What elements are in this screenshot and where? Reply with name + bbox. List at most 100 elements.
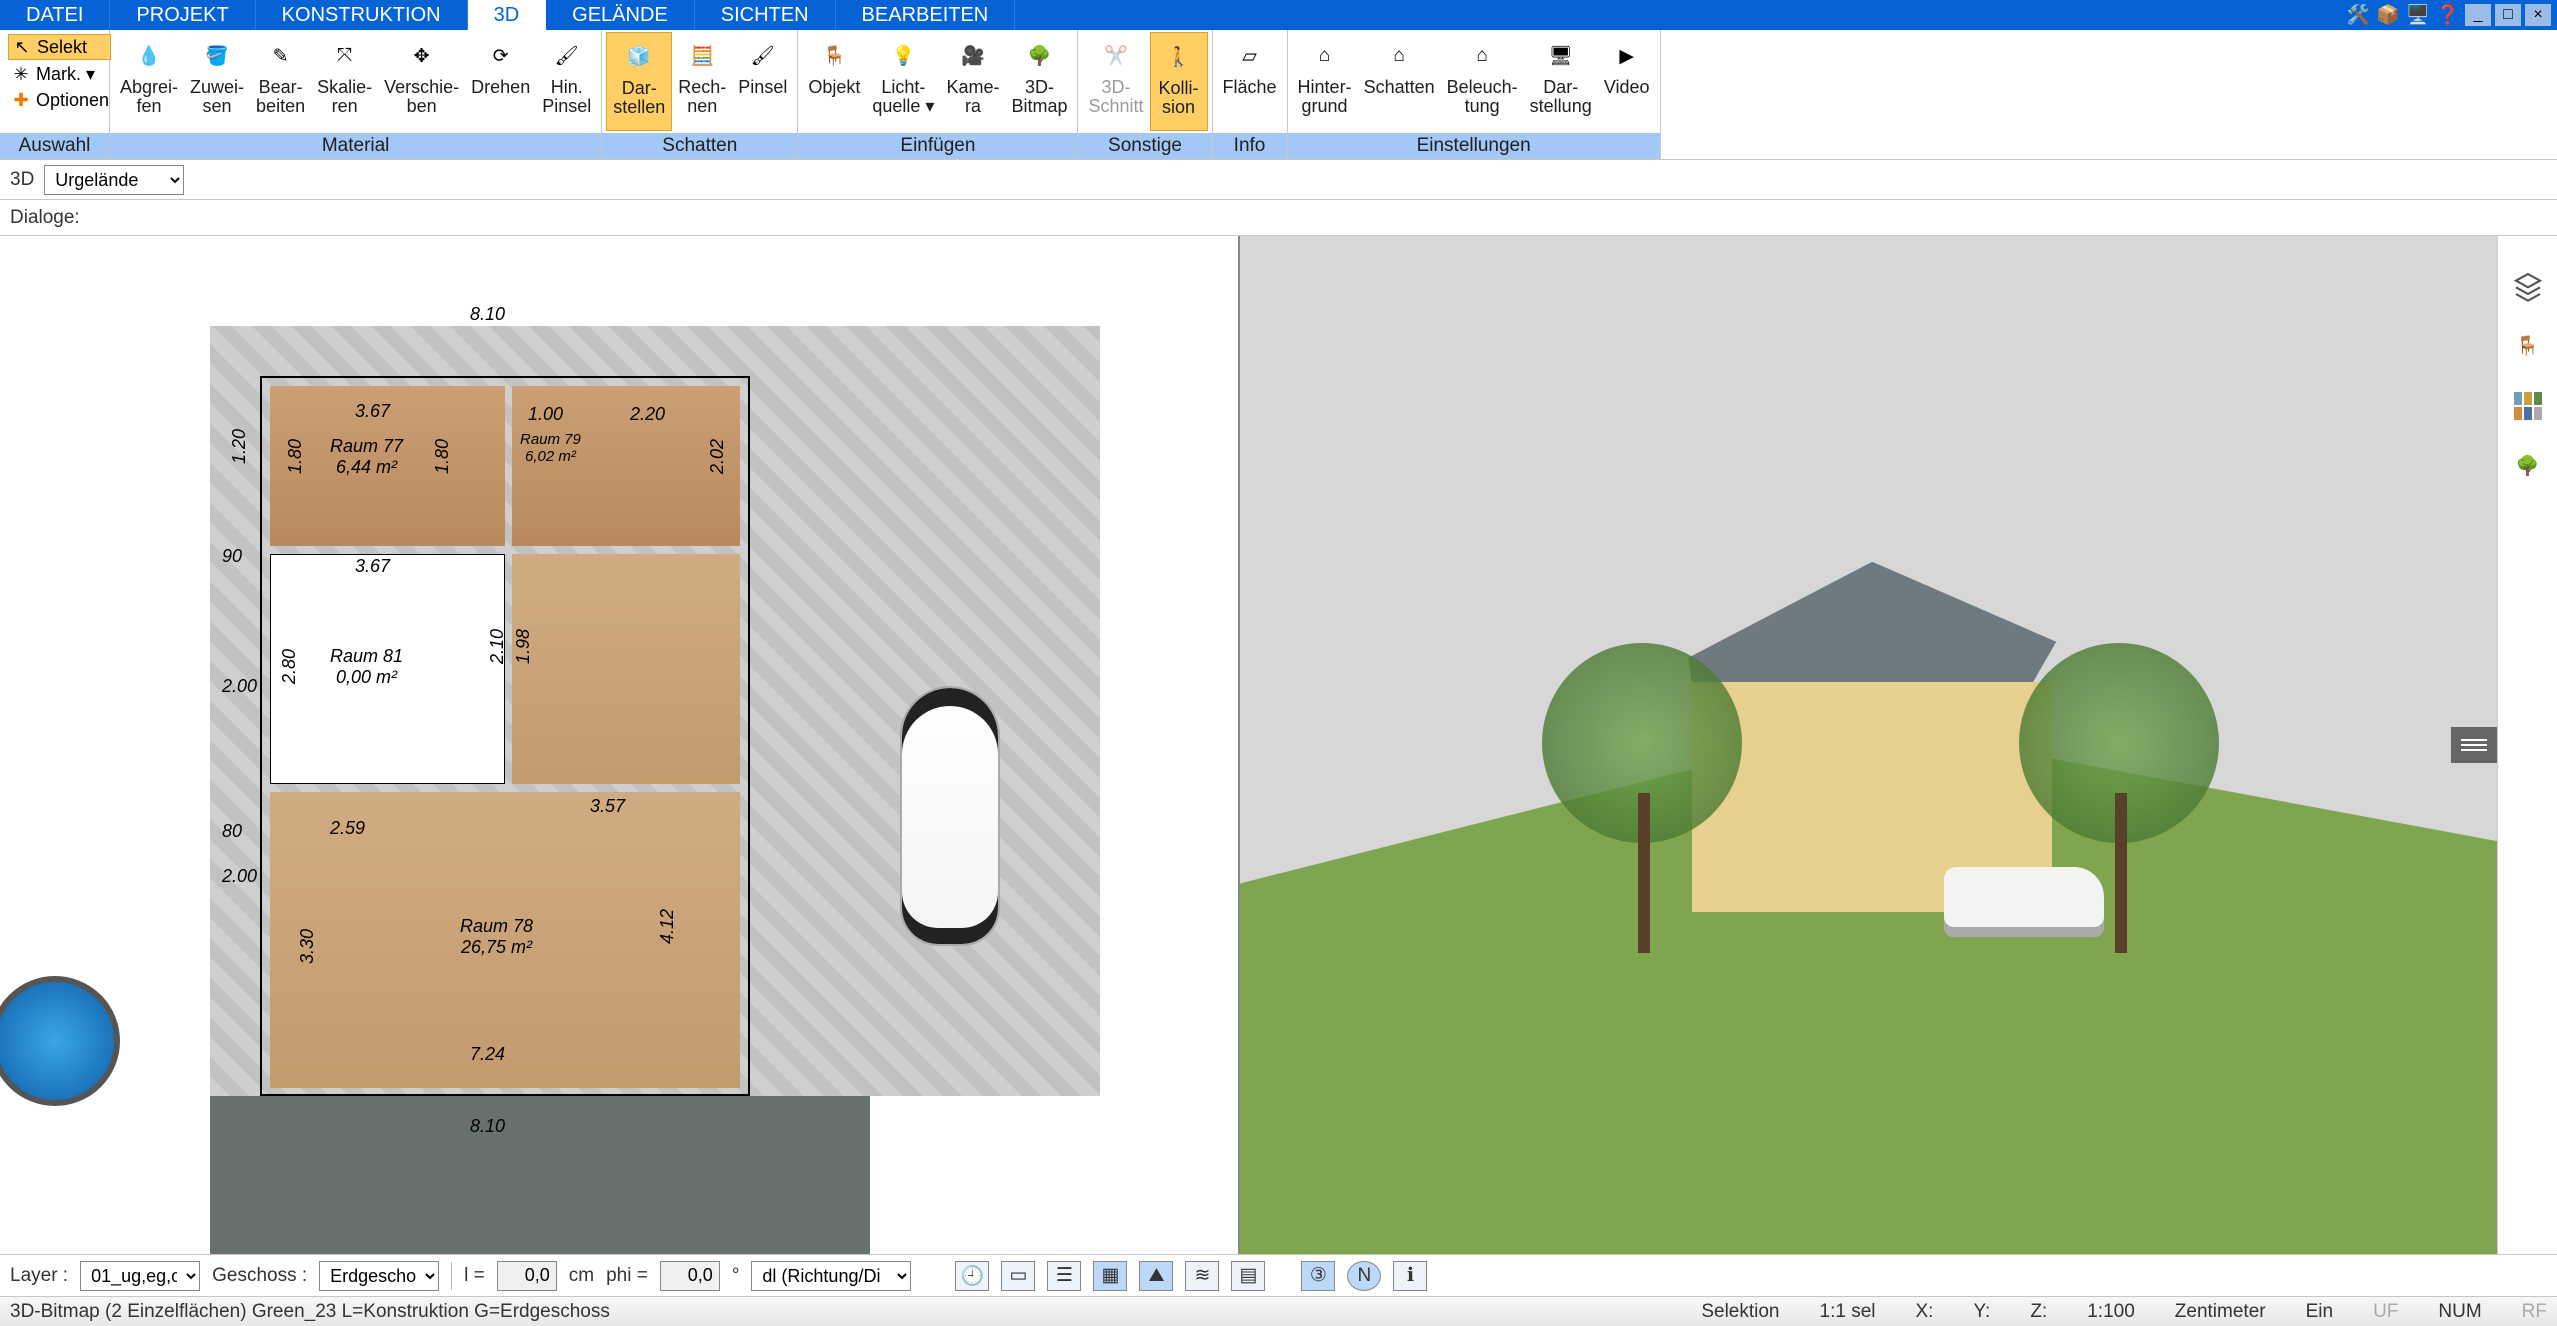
- terrace-area: [210, 1096, 870, 1254]
- geschoss-label: Geschoss :: [212, 1265, 307, 1287]
- toggle-3d[interactable]: ③: [1301, 1261, 1335, 1291]
- dl-select[interactable]: dl (Richtung/Di: [751, 1261, 911, 1291]
- ribbon-group-auswahl: ↖Selekt ✳Mark. ▾ ✚Optionen Auswahl: [0, 30, 110, 159]
- tab-sichten[interactable]: SICHTEN: [695, 0, 836, 30]
- dim-outer-width: 8.10: [470, 304, 505, 325]
- hin-pinsel-button[interactable]: 🖌Hin. Pinsel: [536, 32, 597, 131]
- view-2d[interactable]: 8.10 9.00 3.67 1.00 2.20 1.80 1.80 3.67 …: [0, 236, 1240, 1254]
- video-button[interactable]: ▶Video: [1598, 32, 1656, 131]
- room-77-label: Raum 776,44 m²: [330, 436, 403, 478]
- furniture-icon[interactable]: 🪑: [2508, 326, 2548, 366]
- abgreifen-button[interactable]: 💧Abgrei- fen: [114, 32, 184, 131]
- geschoss-select[interactable]: Erdgeschos: [319, 1261, 439, 1291]
- flaeche-button[interactable]: ▱Fläche: [1217, 32, 1283, 131]
- status-ein: Ein: [2306, 1301, 2333, 1323]
- eyedrop-icon: 💧: [129, 36, 169, 76]
- l-unit: cm: [569, 1265, 594, 1287]
- toggle-info[interactable]: ℹ: [1393, 1261, 1427, 1291]
- dim-100: 1.00: [528, 404, 563, 425]
- tree-left[interactable]: [1542, 643, 1742, 943]
- view-3d[interactable]: [1240, 236, 2497, 1254]
- layers-icon[interactable]: [2508, 266, 2548, 306]
- tab-bearbeiten[interactable]: BEARBEITEN: [836, 0, 1016, 30]
- rotate-icon: ⟳: [481, 36, 521, 76]
- rechnen-button[interactable]: 🧮Rech- nen: [672, 32, 732, 131]
- tools-icon[interactable]: 🛠️: [2345, 2, 2371, 28]
- close-button[interactable]: ×: [2525, 4, 2551, 26]
- scale-icon: ⤧: [325, 36, 365, 76]
- main-tab-bar: DATEI PROJEKT KONSTRUKTION 3D GELÄNDE SI…: [0, 0, 2557, 30]
- toggle-stack[interactable]: ☰: [1047, 1261, 1081, 1291]
- car-3d[interactable]: [1944, 867, 2104, 937]
- car-2d[interactable]: [900, 686, 1000, 946]
- ribbon-group-sonstige: ✂️3D- Schnitt 🚶Kolli- sion Sonstige: [1078, 30, 1212, 159]
- optionen-button[interactable]: ✚Optionen: [8, 88, 111, 112]
- 3d-bitmap-button[interactable]: 🌳3D- Bitmap: [1005, 32, 1073, 131]
- phi-input[interactable]: [660, 1261, 720, 1291]
- drehen-button[interactable]: ⟳Drehen: [465, 32, 536, 131]
- kollision-button[interactable]: 🚶Kolli- sion: [1150, 32, 1208, 131]
- calc-icon: 🧮: [682, 36, 722, 76]
- toggle-grid[interactable]: ▤: [1231, 1261, 1265, 1291]
- expand-handle[interactable]: [2451, 727, 2497, 763]
- maximize-button[interactable]: □: [2495, 4, 2521, 26]
- assign-icon: 🪣: [197, 36, 237, 76]
- toggle-terrain[interactable]: ⛰: [1139, 1261, 1173, 1291]
- light-icon: ⌂: [1462, 36, 1502, 76]
- tab-konstruktion[interactable]: KONSTRUKTION: [256, 0, 468, 30]
- lichtquelle-button[interactable]: 💡Licht- quelle ▾: [866, 32, 940, 131]
- materials-icon[interactable]: [2508, 386, 2548, 426]
- bearbeiten-button[interactable]: ✎Bear- beiten: [250, 32, 311, 131]
- bulb-icon: 💡: [883, 36, 923, 76]
- dim-367a: 3.67: [355, 401, 390, 422]
- toggle-clock[interactable]: 🕘: [955, 1261, 989, 1291]
- skalieren-button[interactable]: ⤧Skalie- ren: [311, 32, 378, 131]
- selekt-button[interactable]: ↖Selekt: [8, 34, 111, 60]
- schatten-setting-button[interactable]: ⌂Schatten: [1358, 32, 1441, 131]
- toggle-layer[interactable]: ≋: [1185, 1261, 1219, 1291]
- monitor-icon: 🖥: [1541, 36, 1581, 76]
- mark-dropdown[interactable]: ✳Mark. ▾: [8, 62, 111, 86]
- status-sel: Selektion: [1701, 1301, 1779, 1323]
- tab-gelaende[interactable]: GELÄNDE: [546, 0, 695, 30]
- hintergrund-button[interactable]: ⌂Hinter- grund: [1292, 32, 1358, 131]
- collision-icon: 🚶: [1159, 37, 1199, 77]
- ribbon-group-info: ▱Fläche Info: [1213, 30, 1288, 159]
- camera-icon: 🎥: [953, 36, 993, 76]
- minimize-button[interactable]: _: [2465, 4, 2491, 26]
- layer-combo[interactable]: Urgelände: [44, 165, 184, 195]
- status-unit: Zentimeter: [2175, 1301, 2266, 1323]
- plants-icon[interactable]: 🌳: [2508, 446, 2548, 486]
- bottom-options: Layer : 01_ug,eg,og Geschoss : Erdgescho…: [0, 1254, 2557, 1296]
- toggle-rect[interactable]: ▭: [1001, 1261, 1035, 1291]
- tab-projekt[interactable]: PROJEKT: [110, 0, 255, 30]
- pool-object[interactable]: [0, 976, 120, 1106]
- status-uf: UF: [2373, 1301, 2398, 1323]
- beleuchtung-button[interactable]: ⌂Beleuch- tung: [1441, 32, 1524, 131]
- pinsel-button[interactable]: 🖌Pinsel: [732, 32, 793, 131]
- marker-icon: ✳: [10, 63, 32, 85]
- toggle-north[interactable]: N: [1347, 1261, 1381, 1291]
- objekt-button[interactable]: 🪑Objekt: [802, 32, 866, 131]
- ribbon-group-einstellungen: ⌂Hinter- grund ⌂Schatten ⌂Beleuch- tung …: [1288, 30, 1661, 159]
- phi-unit: °: [732, 1265, 740, 1287]
- package-icon[interactable]: 📦: [2375, 2, 2401, 28]
- screen-icon[interactable]: 🖥️: [2405, 2, 2431, 28]
- layer-select[interactable]: 01_ug,eg,og: [80, 1261, 200, 1291]
- darstellung-button[interactable]: 🖥Dar- stellung: [1524, 32, 1598, 131]
- 3d-schnitt-button[interactable]: ✂️3D- Schnitt: [1082, 32, 1149, 131]
- ribbon-group-einfuegen: 🪑Objekt 💡Licht- quelle ▾ 🎥Kame- ra 🌳3D- …: [798, 30, 1078, 159]
- mode-label: 3D: [10, 169, 34, 191]
- l-input[interactable]: [497, 1261, 557, 1291]
- status-rf: RF: [2522, 1301, 2547, 1323]
- kamera-button[interactable]: 🎥Kame- ra: [940, 32, 1005, 131]
- help-icon[interactable]: ❓: [2435, 2, 2461, 28]
- house-icon: ⌂: [1305, 36, 1345, 76]
- tab-3d[interactable]: 3D: [468, 0, 547, 30]
- verschieben-button[interactable]: ✥Verschie- ben: [378, 32, 465, 131]
- darstellen-button[interactable]: 🧊Dar- stellen: [606, 32, 672, 131]
- toggle-3dbox[interactable]: ▦: [1093, 1261, 1127, 1291]
- zuweisen-button[interactable]: 🪣Zuwei- sen: [184, 32, 250, 131]
- tab-file[interactable]: DATEI: [0, 0, 110, 30]
- group-label-material: Material: [110, 133, 601, 159]
